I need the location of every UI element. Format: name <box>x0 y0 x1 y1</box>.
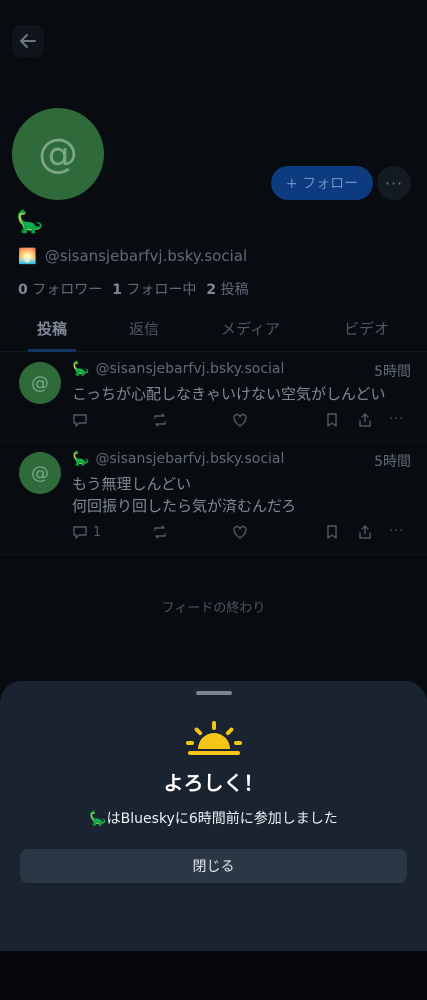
bookmark-icon <box>327 413 337 427</box>
display-name: 🦕 <box>16 210 44 235</box>
welcome-sheet: よろしく！ 🦕はBlueskyに6時間前に参加しました 閉じる <box>0 681 427 951</box>
post-avatar[interactable]: @ <box>19 452 61 494</box>
share-icon <box>359 413 371 427</box>
author-handle[interactable]: @sisansjebarfvj.bsky.social <box>95 451 284 467</box>
feed-post[interactable]: @ 🦕 @sisansjebarfvj.bsky.social 5時間 こっちが… <box>0 352 427 442</box>
ellipsis-icon: ··· <box>389 524 405 539</box>
author-handle[interactable]: @sisansjebarfvj.bsky.social <box>95 361 284 377</box>
post-line: 何回振り回したら気が済むんだろ <box>72 497 297 515</box>
repost-button[interactable] <box>152 524 168 540</box>
ellipsis-icon: ··· <box>384 173 404 193</box>
share-button[interactable] <box>357 524 373 540</box>
posts-stat: 2 投稿 <box>206 282 249 298</box>
follow-button[interactable]: + フォロー <box>271 166 373 200</box>
reply-button[interactable]: 1 <box>72 524 101 540</box>
following-stat[interactable]: 1 フォロー中 <box>112 279 196 299</box>
tab-videos[interactable]: ビデオ <box>344 318 389 339</box>
sunrise-emoji: 🌅 <box>18 247 37 265</box>
avatar-glyph: @ <box>38 131 78 177</box>
post-time[interactable]: 5時間 <box>374 361 411 381</box>
close-label: 閉じる <box>192 859 235 875</box>
feed-end-label: フィードの終わり <box>161 601 266 616</box>
sheet-title: よろしく！ <box>163 771 264 795</box>
bookmark-icon <box>327 525 337 539</box>
sheet-drag-handle[interactable] <box>196 691 232 695</box>
repost-button[interactable] <box>152 412 168 428</box>
post-more-button[interactable]: ··· <box>389 412 404 427</box>
post-author: 🦕 @sisansjebarfvj.bsky.social <box>72 451 284 467</box>
author-emoji: 🦕 <box>72 451 90 467</box>
post-text: もう無理しんどい 何回振り回したら気が済むんだろ <box>72 473 296 517</box>
post-actions: 1 ··· <box>72 524 412 542</box>
post-time[interactable]: 5時間 <box>374 451 411 471</box>
followers-stat[interactable]: 0 フォロワー <box>18 279 102 299</box>
close-button[interactable]: 閉じる <box>20 849 407 883</box>
post-more-button[interactable]: ··· <box>389 524 404 539</box>
like-button[interactable] <box>232 524 248 540</box>
heart-icon <box>233 525 247 539</box>
heart-icon <box>233 413 247 427</box>
ellipsis-icon: ··· <box>389 412 405 427</box>
share-button[interactable] <box>357 412 373 428</box>
like-button[interactable] <box>232 412 248 428</box>
post-line: もう無理しんどい <box>72 475 192 493</box>
post-avatar[interactable]: @ <box>19 362 61 404</box>
back-button[interactable] <box>12 25 44 57</box>
arrow-left-icon <box>20 34 36 48</box>
handle-row: 🌅 @sisansjebarfvj.bsky.social <box>18 247 247 265</box>
author-emoji: 🦕 <box>72 361 90 377</box>
follow-label: + フォロー <box>285 176 359 192</box>
tab-media[interactable]: メディア <box>221 318 280 339</box>
share-icon <box>359 525 371 539</box>
profile-avatar[interactable]: @ <box>12 108 104 200</box>
post-line: こっちが心配しなきゃいけない空気がしんどい <box>72 385 386 403</box>
reply-button[interactable] <box>72 412 93 428</box>
post-text: こっちが心配しなきゃいけない空気がしんどい <box>72 383 386 405</box>
sheet-message: 🦕はBlueskyに6時間前に参加しました <box>89 811 338 827</box>
reply-count: 1 <box>93 524 102 540</box>
post-author: 🦕 @sisansjebarfvj.bsky.social <box>72 361 284 377</box>
bottom-system-bar <box>0 951 427 1000</box>
repost-icon <box>154 525 166 539</box>
sunrise-icon <box>186 721 242 755</box>
profile-stats: 0 フォロワー 1 フォロー中 2 投稿 <box>18 279 249 299</box>
comment-icon <box>73 414 87 427</box>
tab-posts[interactable]: 投稿 <box>37 318 67 339</box>
repost-icon <box>154 413 166 427</box>
feed-post[interactable]: @ 🦕 @sisansjebarfvj.bsky.social 5時間 もう無理… <box>0 442 427 555</box>
post-actions: ··· <box>72 412 412 430</box>
bookmark-button[interactable] <box>324 524 340 540</box>
tab-replies[interactable]: 返信 <box>129 318 159 339</box>
bookmark-button[interactable] <box>324 412 340 428</box>
profile-tabs: 投稿 返信 メディア ビデオ <box>0 312 427 352</box>
profile-handle: @sisansjebarfvj.bsky.social <box>44 247 248 265</box>
more-options-button[interactable]: ··· <box>377 166 411 200</box>
comment-icon <box>73 526 87 539</box>
